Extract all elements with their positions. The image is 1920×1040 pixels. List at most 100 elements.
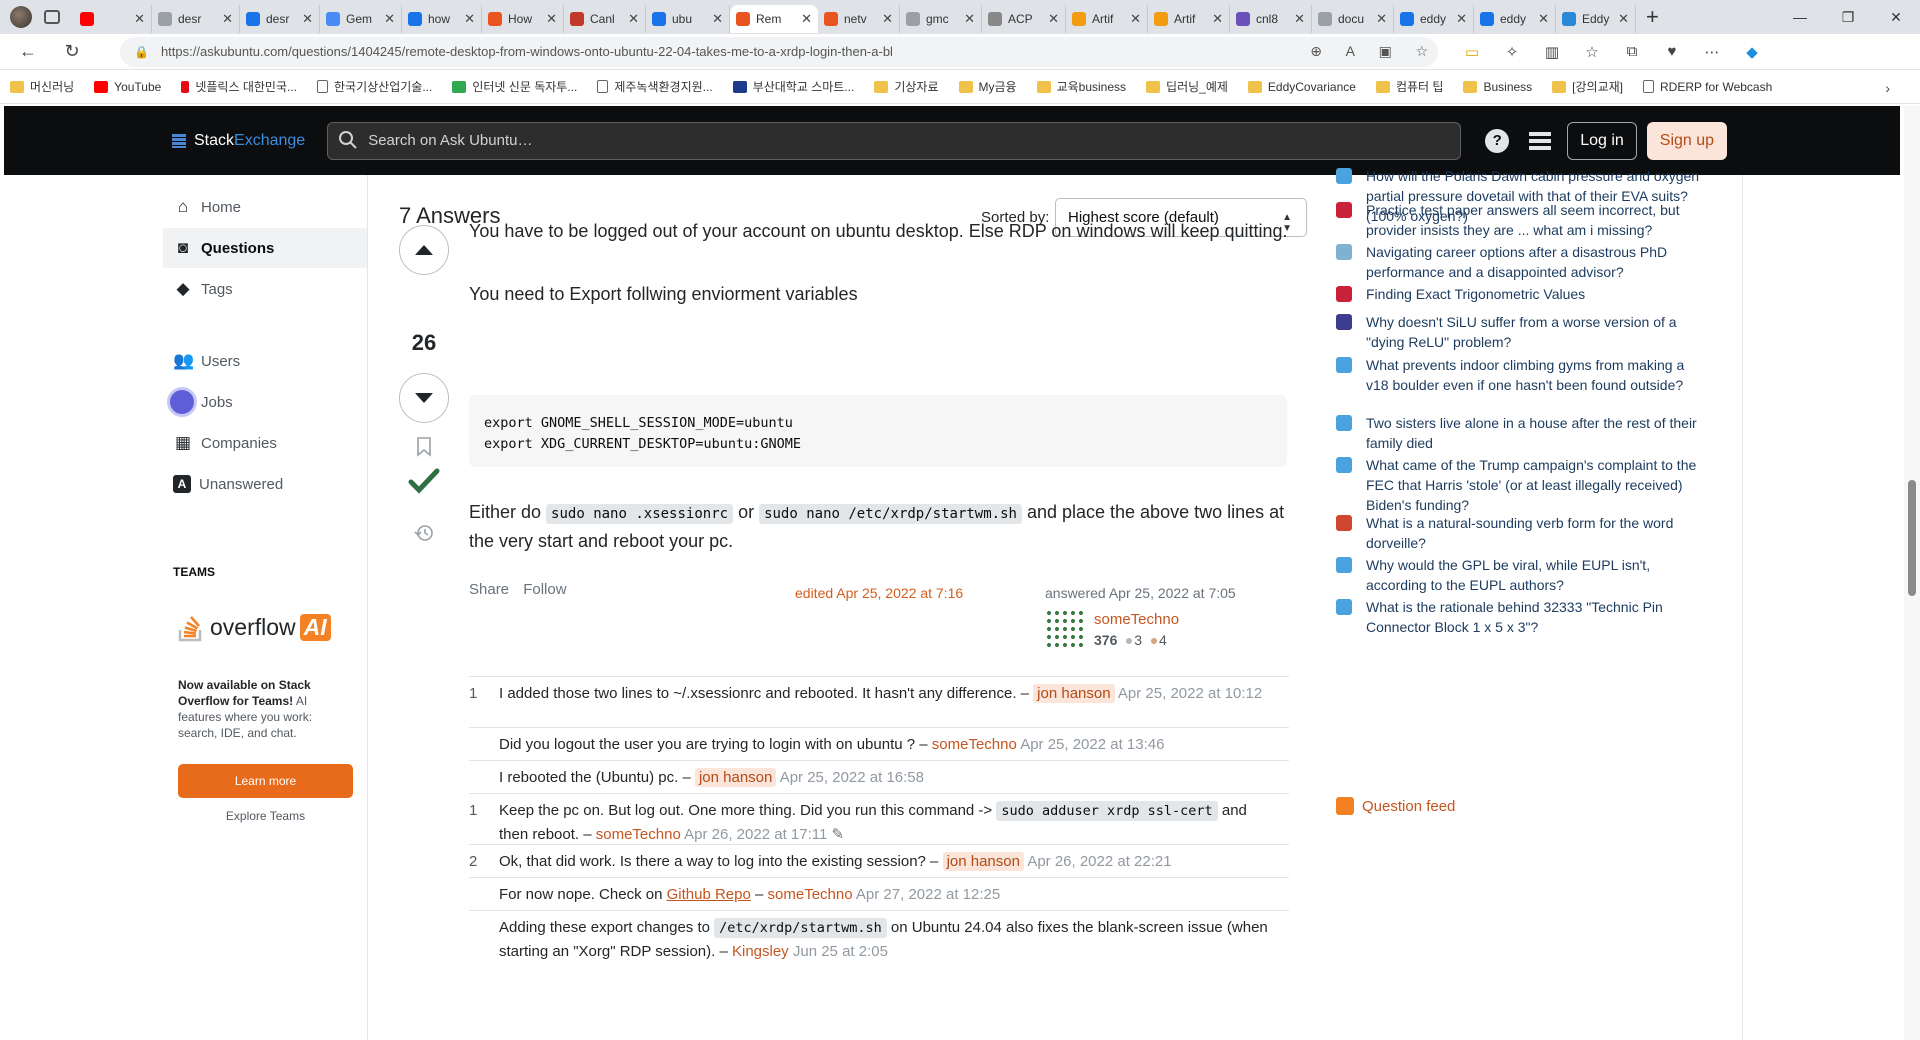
- refresh-icon[interactable]: ↻: [54, 41, 90, 62]
- lock-icon[interactable]: 🔒: [134, 45, 149, 59]
- comment-user[interactable]: jon hanson: [1033, 684, 1115, 703]
- tab-close-icon[interactable]: ✕: [384, 11, 395, 27]
- tab-close-icon[interactable]: ✕: [1376, 11, 1387, 27]
- nav-item-home[interactable]: ⌂ Home: [163, 187, 367, 227]
- browser-tab[interactable]: eddy ✕: [1474, 5, 1556, 33]
- tab-close-icon[interactable]: ✕: [1048, 11, 1059, 27]
- tab-close-icon[interactable]: ✕: [1456, 11, 1467, 27]
- zoom-icon[interactable]: ⊕: [1310, 43, 1322, 59]
- tab-close-icon[interactable]: ✕: [712, 11, 723, 27]
- help-icon[interactable]: ?: [1485, 128, 1510, 153]
- tab-close-icon[interactable]: ✕: [628, 11, 639, 27]
- follow-link[interactable]: Follow: [523, 581, 566, 598]
- browser-tab[interactable]: Artif ✕: [1066, 5, 1148, 33]
- comment-date[interactable]: Apr 25, 2022 at 13:46: [1020, 736, 1164, 753]
- bookmark-item[interactable]: 한국기상산업기술...: [317, 78, 432, 95]
- browser-tab[interactable]: ✕: [74, 5, 152, 33]
- answer-user-name[interactable]: someTechno: [1094, 611, 1179, 628]
- hot-question-title[interactable]: Finding Exact Trigonometric Values: [1366, 284, 1706, 304]
- comment-user[interactable]: someTechno: [932, 736, 1017, 753]
- hot-question-title[interactable]: Practice test paper answers all seem inc…: [1366, 200, 1706, 240]
- tab-close-icon[interactable]: ✕: [464, 11, 475, 27]
- nav-item-jobs[interactable]: Jobs: [163, 382, 367, 422]
- stackexchange-logo[interactable]: Stack Exchange: [172, 132, 305, 150]
- bookmark-item[interactable]: 머신러닝: [10, 78, 74, 95]
- browser-tab[interactable]: Rem ✕: [730, 5, 818, 33]
- comment-date[interactable]: Apr 26, 2022 at 17:11: [684, 826, 827, 843]
- browser-tab[interactable]: ubu ✕: [646, 5, 730, 33]
- hot-question-title[interactable]: Navigating career options after a disast…: [1366, 242, 1706, 282]
- favorites-icon[interactable]: ☆: [1572, 43, 1612, 61]
- hot-question-title[interactable]: Two sisters live alone in a house after …: [1366, 413, 1706, 453]
- bookmark-item[interactable]: RDERP for Webcash: [1643, 80, 1772, 94]
- scrollbar-thumb[interactable]: [1908, 480, 1916, 596]
- bookmark-item[interactable]: 부산대학교 스마트...: [732, 78, 854, 95]
- tab-close-icon[interactable]: ✕: [134, 11, 145, 27]
- comment-user[interactable]: Kingsley: [732, 943, 789, 960]
- comment-user[interactable]: jon hanson: [694, 768, 777, 787]
- tab-close-icon[interactable]: ✕: [546, 11, 557, 27]
- browser-tab[interactable]: desr ✕: [240, 5, 320, 33]
- github-repo-link[interactable]: Github Repo: [667, 886, 751, 903]
- share-link[interactable]: Share: [469, 581, 509, 598]
- bookmarks-more-icon[interactable]: ›: [1885, 80, 1890, 96]
- bookmark-item[interactable]: EddyCovariance: [1247, 80, 1356, 94]
- browser-tab[interactable]: eddy ✕: [1394, 5, 1474, 33]
- nav-item-tags[interactable]: ◆ Tags: [163, 269, 367, 309]
- bookmark-item[interactable]: 교육business: [1036, 78, 1126, 95]
- browser-tab[interactable]: Gem ✕: [320, 5, 402, 33]
- bookmark-item[interactable]: 넷플릭스 대한민국...: [181, 78, 297, 95]
- browser-tab[interactable]: cnl8 ✕: [1230, 5, 1312, 33]
- bookmark-item[interactable]: 기상자료: [874, 78, 939, 95]
- nav-item-users[interactable]: 👥 Users: [163, 341, 367, 381]
- comment-date[interactable]: Apr 25, 2022 at 16:58: [780, 769, 924, 786]
- close-window-icon[interactable]: ✕: [1872, 9, 1920, 26]
- hot-question-title[interactable]: What came of the Trump campaign's compla…: [1366, 455, 1706, 515]
- nav-item-unanswered[interactable]: A Unanswered: [163, 464, 367, 504]
- more-menu-icon[interactable]: ⋯: [1692, 43, 1732, 61]
- bookmark-item[interactable]: 제주녹색환경지원...: [597, 78, 713, 95]
- site-switcher-icon[interactable]: [1529, 131, 1552, 150]
- extensions-icon[interactable]: ✧: [1492, 43, 1532, 61]
- hot-question-title[interactable]: Why would the GPL be viral, while EUPL i…: [1366, 555, 1706, 595]
- back-icon[interactable]: ←: [10, 41, 46, 62]
- split-screen-icon[interactable]: ▥: [1532, 43, 1572, 61]
- browser-essentials-icon[interactable]: ♥: [1652, 43, 1692, 61]
- read-aloud-icon[interactable]: A: [1346, 43, 1355, 59]
- comment-date[interactable]: Apr 26, 2022 at 22:21: [1027, 853, 1171, 870]
- tab-close-icon[interactable]: ✕: [1130, 11, 1141, 27]
- nav-item-companies[interactable]: ▦ Companies: [163, 423, 367, 463]
- favorite-star-icon[interactable]: ☆: [1415, 43, 1428, 59]
- collections-icon[interactable]: ⧉: [1612, 43, 1652, 61]
- upvote-button[interactable]: [399, 225, 449, 275]
- bookmark-item[interactable]: My금융: [958, 78, 1017, 95]
- hot-question-title[interactable]: What prevents indoor climbing gyms from …: [1366, 355, 1706, 395]
- learn-more-button[interactable]: Learn more: [178, 764, 353, 798]
- comment-user[interactable]: someTechno: [768, 886, 853, 903]
- login-button[interactable]: Log in: [1567, 121, 1637, 160]
- comment-date[interactable]: Apr 25, 2022 at 10:12: [1118, 685, 1262, 702]
- explore-teams-link[interactable]: Explore Teams: [178, 809, 353, 823]
- page-scrollbar[interactable]: [1904, 106, 1920, 1040]
- new-tab-button[interactable]: +: [1646, 4, 1659, 30]
- copilot-icon[interactable]: ◆: [1732, 43, 1772, 61]
- user-avatar[interactable]: [1045, 609, 1085, 649]
- bookmark-item[interactable]: 인터넷 신문 독자투...: [452, 78, 577, 95]
- hot-question-title[interactable]: Why doesn't SiLU suffer from a worse ver…: [1366, 312, 1706, 352]
- comment-date[interactable]: Jun 25 at 2:05: [793, 943, 888, 960]
- tab-close-icon[interactable]: ✕: [801, 11, 812, 27]
- bookmark-item[interactable]: YouTube: [94, 80, 161, 94]
- tab-close-icon[interactable]: ✕: [882, 11, 893, 27]
- profile-avatar[interactable]: [10, 6, 32, 28]
- hot-question-title[interactable]: What is the rationale behind 32333 "Tech…: [1366, 597, 1706, 637]
- browser-tab[interactable]: netv ✕: [818, 5, 900, 33]
- tab-close-icon[interactable]: ✕: [222, 11, 233, 27]
- browser-tab[interactable]: Canl ✕: [564, 5, 646, 33]
- minimize-icon[interactable]: —: [1776, 9, 1824, 25]
- folder-icon[interactable]: ▭: [1452, 43, 1492, 61]
- tab-close-icon[interactable]: ✕: [1538, 11, 1549, 27]
- question-feed-link[interactable]: Question feed: [1336, 797, 1455, 815]
- history-icon[interactable]: [414, 523, 434, 543]
- tab-close-icon[interactable]: ✕: [1618, 11, 1629, 27]
- signup-button[interactable]: Sign up: [1646, 121, 1728, 160]
